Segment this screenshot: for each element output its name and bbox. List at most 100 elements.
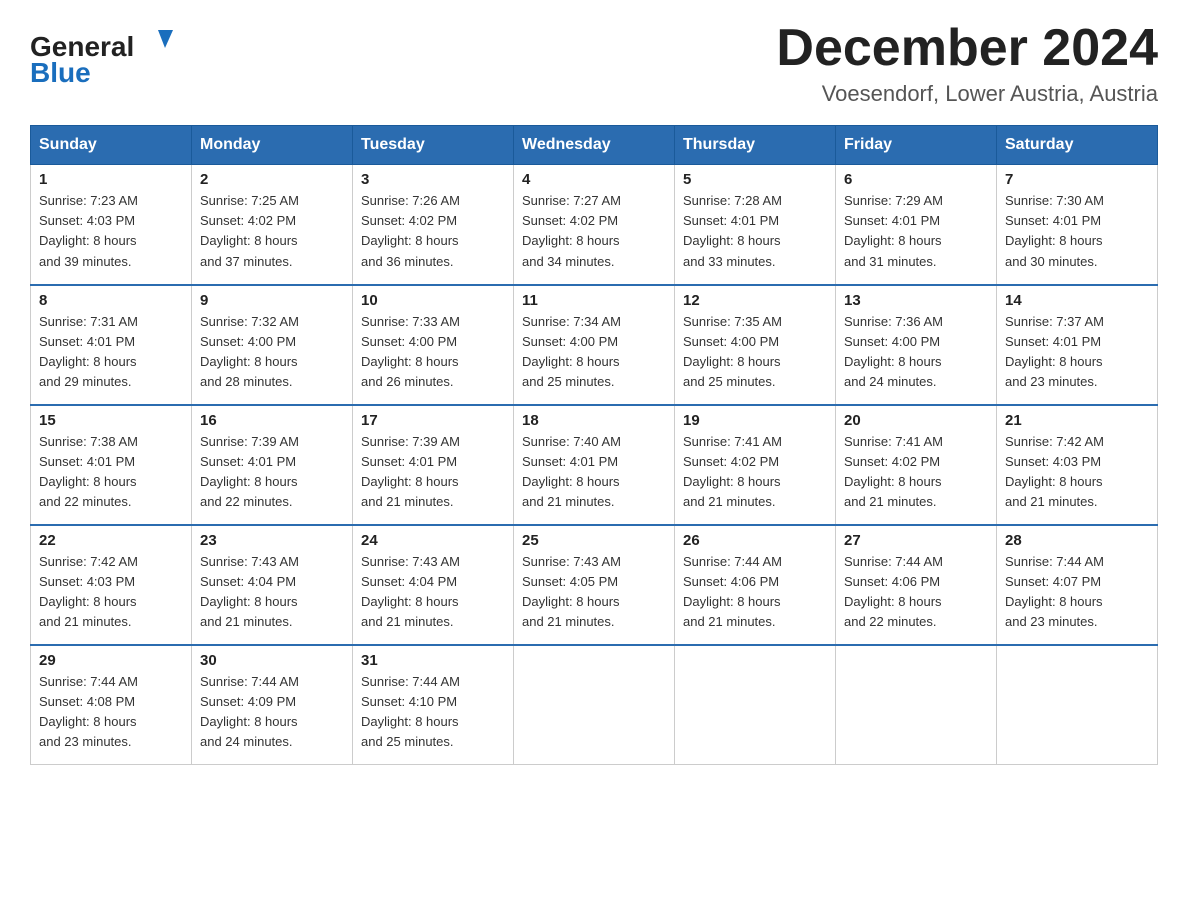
calendar-cell: 26 Sunrise: 7:44 AMSunset: 4:06 PMDayligh… <box>675 525 836 645</box>
calendar-cell: 24Sunrise: 7:43 AMSunset: 4:04 PMDayligh… <box>353 525 514 645</box>
day-info: Sunrise: 7:41 AMSunset: 4:02 PMDaylight:… <box>844 432 988 513</box>
day-info: Sunrise: 7:35 AMSunset: 4:00 PMDaylight:… <box>683 312 827 393</box>
day-info: Sunrise: 7:26 AMSunset: 4:02 PMDaylight:… <box>361 191 505 272</box>
day-info: Sunrise: 7:23 AMSunset: 4:03 PMDaylight:… <box>39 191 183 272</box>
svg-text:Blue: Blue <box>30 57 91 88</box>
day-number: 1 <box>39 171 183 188</box>
day-info: Sunrise: 7:40 AMSunset: 4:01 PMDaylight:… <box>522 432 666 513</box>
day-info: Sunrise: 7:44 AMSunset: 4:07 PMDaylight:… <box>1005 552 1149 633</box>
calendar-cell: 22Sunrise: 7:42 AMSunset: 4:03 PMDayligh… <box>31 525 192 645</box>
calendar-cell: 17Sunrise: 7:39 AMSunset: 4:01 PMDayligh… <box>353 405 514 525</box>
calendar-cell: 7 Sunrise: 7:30 AMSunset: 4:01 PMDaylight… <box>997 165 1158 285</box>
day-number: 9 <box>200 292 344 309</box>
calendar-cell: 21 Sunrise: 7:42 AMSunset: 4:03 PMDayligh… <box>997 405 1158 525</box>
weekday-header-friday: Friday <box>836 126 997 165</box>
calendar-cell: 3Sunrise: 7:26 AMSunset: 4:02 PMDaylight… <box>353 165 514 285</box>
day-number: 7 <box>1005 171 1149 188</box>
day-info: Sunrise: 7:37 AMSunset: 4:01 PMDaylight:… <box>1005 312 1149 393</box>
day-info: Sunrise: 7:43 AMSunset: 4:04 PMDaylight:… <box>200 552 344 633</box>
day-number: 6 <box>844 171 988 188</box>
day-number: 4 <box>522 171 666 188</box>
day-number: 30 <box>200 652 344 669</box>
day-info: Sunrise: 7:38 AMSunset: 4:01 PMDaylight:… <box>39 432 183 513</box>
calendar-week-row: 8 Sunrise: 7:31 AMSunset: 4:01 PMDaylight… <box>31 285 1158 405</box>
calendar-cell: 11 Sunrise: 7:34 AMSunset: 4:00 PMDayligh… <box>514 285 675 405</box>
calendar-cell: 27Sunrise: 7:44 AMSunset: 4:06 PMDayligh… <box>836 525 997 645</box>
calendar-cell: 6 Sunrise: 7:29 AMSunset: 4:01 PMDaylight… <box>836 165 997 285</box>
calendar-table: SundayMondayTuesdayWednesdayThursdayFrid… <box>30 125 1158 765</box>
day-number: 27 <box>844 532 988 549</box>
day-number: 23 <box>200 532 344 549</box>
day-info: Sunrise: 7:25 AMSunset: 4:02 PMDaylight:… <box>200 191 344 272</box>
day-info: Sunrise: 7:44 AMSunset: 4:09 PMDaylight:… <box>200 672 344 753</box>
day-number: 28 <box>1005 532 1149 549</box>
day-number: 12 <box>683 292 827 309</box>
logo: General Blue <box>30 20 190 90</box>
day-info: Sunrise: 7:28 AMSunset: 4:01 PMDaylight:… <box>683 191 827 272</box>
day-number: 8 <box>39 292 183 309</box>
day-number: 25 <box>522 532 666 549</box>
day-number: 10 <box>361 292 505 309</box>
weekday-header-monday: Monday <box>192 126 353 165</box>
calendar-cell: 14 Sunrise: 7:37 AMSunset: 4:01 PMDayligh… <box>997 285 1158 405</box>
day-info: Sunrise: 7:43 AMSunset: 4:05 PMDaylight:… <box>522 552 666 633</box>
calendar-cell: 29 Sunrise: 7:44 AMSunset: 4:08 PMDayligh… <box>31 645 192 765</box>
calendar-cell: 25 Sunrise: 7:43 AMSunset: 4:05 PMDayligh… <box>514 525 675 645</box>
calendar-cell <box>836 645 997 765</box>
calendar-cell: 15 Sunrise: 7:38 AMSunset: 4:01 PMDayligh… <box>31 405 192 525</box>
weekday-header-sunday: Sunday <box>31 126 192 165</box>
day-number: 26 <box>683 532 827 549</box>
day-info: Sunrise: 7:44 AMSunset: 4:06 PMDaylight:… <box>683 552 827 633</box>
day-number: 18 <box>522 412 666 429</box>
calendar-cell: 4Sunrise: 7:27 AMSunset: 4:02 PMDaylight… <box>514 165 675 285</box>
calendar-cell: 2 Sunrise: 7:25 AMSunset: 4:02 PMDaylight… <box>192 165 353 285</box>
location-title: Voesendorf, Lower Austria, Austria <box>776 81 1158 107</box>
day-info: Sunrise: 7:39 AMSunset: 4:01 PMDaylight:… <box>361 432 505 513</box>
weekday-header-saturday: Saturday <box>997 126 1158 165</box>
calendar-cell: 9 Sunrise: 7:32 AMSunset: 4:00 PMDaylight… <box>192 285 353 405</box>
calendar-cell: 5Sunrise: 7:28 AMSunset: 4:01 PMDaylight… <box>675 165 836 285</box>
day-info: Sunrise: 7:44 AMSunset: 4:08 PMDaylight:… <box>39 672 183 753</box>
day-info: Sunrise: 7:34 AMSunset: 4:00 PMDaylight:… <box>522 312 666 393</box>
day-info: Sunrise: 7:39 AMSunset: 4:01 PMDaylight:… <box>200 432 344 513</box>
calendar-cell: 8 Sunrise: 7:31 AMSunset: 4:01 PMDaylight… <box>31 285 192 405</box>
day-number: 19 <box>683 412 827 429</box>
day-info: Sunrise: 7:31 AMSunset: 4:01 PMDaylight:… <box>39 312 183 393</box>
day-info: Sunrise: 7:44 AMSunset: 4:10 PMDaylight:… <box>361 672 505 753</box>
day-number: 15 <box>39 412 183 429</box>
day-info: Sunrise: 7:30 AMSunset: 4:01 PMDaylight:… <box>1005 191 1149 272</box>
calendar-cell: 16 Sunrise: 7:39 AMSunset: 4:01 PMDayligh… <box>192 405 353 525</box>
weekday-header-wednesday: Wednesday <box>514 126 675 165</box>
day-number: 2 <box>200 171 344 188</box>
calendar-cell: 12 Sunrise: 7:35 AMSunset: 4:00 PMDayligh… <box>675 285 836 405</box>
calendar-cell: 13Sunrise: 7:36 AMSunset: 4:00 PMDayligh… <box>836 285 997 405</box>
day-info: Sunrise: 7:41 AMSunset: 4:02 PMDaylight:… <box>683 432 827 513</box>
calendar-cell: 28 Sunrise: 7:44 AMSunset: 4:07 PMDayligh… <box>997 525 1158 645</box>
day-info: Sunrise: 7:42 AMSunset: 4:03 PMDaylight:… <box>39 552 183 633</box>
day-number: 29 <box>39 652 183 669</box>
month-title: December 2024 <box>776 20 1158 77</box>
day-info: Sunrise: 7:43 AMSunset: 4:04 PMDaylight:… <box>361 552 505 633</box>
day-number: 21 <box>1005 412 1149 429</box>
day-info: Sunrise: 7:32 AMSunset: 4:00 PMDaylight:… <box>200 312 344 393</box>
day-number: 11 <box>522 292 666 309</box>
calendar-cell: 23 Sunrise: 7:43 AMSunset: 4:04 PMDayligh… <box>192 525 353 645</box>
calendar-week-row: 15 Sunrise: 7:38 AMSunset: 4:01 PMDayligh… <box>31 405 1158 525</box>
weekday-header-thursday: Thursday <box>675 126 836 165</box>
day-info: Sunrise: 7:29 AMSunset: 4:01 PMDaylight:… <box>844 191 988 272</box>
calendar-cell: 19 Sunrise: 7:41 AMSunset: 4:02 PMDayligh… <box>675 405 836 525</box>
day-info: Sunrise: 7:42 AMSunset: 4:03 PMDaylight:… <box>1005 432 1149 513</box>
calendar-week-row: 29 Sunrise: 7:44 AMSunset: 4:08 PMDayligh… <box>31 645 1158 765</box>
calendar-cell: 30 Sunrise: 7:44 AMSunset: 4:09 PMDayligh… <box>192 645 353 765</box>
day-number: 31 <box>361 652 505 669</box>
day-info: Sunrise: 7:33 AMSunset: 4:00 PMDaylight:… <box>361 312 505 393</box>
day-number: 20 <box>844 412 988 429</box>
day-number: 16 <box>200 412 344 429</box>
day-number: 14 <box>1005 292 1149 309</box>
calendar-week-row: 1 Sunrise: 7:23 AMSunset: 4:03 PMDaylight… <box>31 165 1158 285</box>
weekday-header-tuesday: Tuesday <box>353 126 514 165</box>
title-area: December 2024 Voesendorf, Lower Austria,… <box>776 20 1158 107</box>
calendar-cell: 1 Sunrise: 7:23 AMSunset: 4:03 PMDaylight… <box>31 165 192 285</box>
calendar-week-row: 22Sunrise: 7:42 AMSunset: 4:03 PMDayligh… <box>31 525 1158 645</box>
logo-svg: General Blue <box>30 20 190 90</box>
